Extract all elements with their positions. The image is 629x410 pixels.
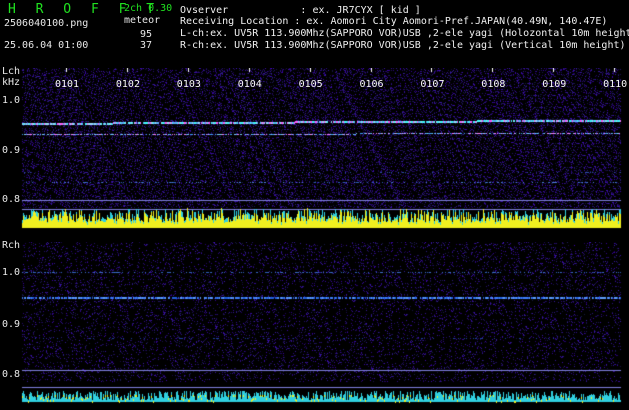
lch-info: L-ch:ex. UV5R 113.900Mhz(SAPPORO VOR)USB… [180, 28, 629, 39]
lch-count: 95 [140, 29, 153, 40]
time-tick-label: 0101 [55, 79, 80, 90]
rch-ytick: 0.9 [2, 319, 21, 330]
time-tick-label: 0105 [298, 79, 323, 90]
time-tick-label: 0109 [542, 79, 567, 90]
time-tick-label: 0103 [176, 79, 201, 90]
rch-ytick: 1.0 [2, 267, 21, 278]
time-tick-label: 0102 [115, 79, 140, 90]
location-info: Receiving Location : ex. Aomori City Aom… [180, 16, 608, 27]
rch-label: Rch [2, 240, 21, 251]
lch-unit: kHz [2, 77, 21, 88]
lch-label: Lch [2, 66, 21, 77]
lch-ytick: 0.8 [2, 194, 21, 205]
time-tick-label: 0110 [603, 79, 628, 90]
time-tick-label: 0108 [481, 79, 506, 90]
filename-label: 2506040100.png [4, 18, 89, 29]
rch-count: 37 [140, 40, 153, 51]
time-tick-label: 0104 [237, 79, 262, 90]
rch-ytick: 0.8 [2, 369, 21, 380]
lch-ytick: 0.9 [2, 145, 21, 156]
time-tick-label: 0107 [420, 79, 445, 90]
datetime-label: 25.06.04 01:00 [4, 40, 89, 51]
rch-info: R-ch:ex. UV5R 113.900Mhz(SAPPORO VOR)USB… [180, 40, 626, 51]
lch-ytick: 1.0 [2, 95, 21, 106]
mode-label: meteor [124, 15, 161, 26]
observer-info: Ovserver : ex. JR7CYX [ kid ] [180, 5, 421, 16]
time-tick-label: 0106 [359, 79, 384, 90]
version-label: 2ch 0.30 [124, 3, 173, 14]
lch-spectrogram[interactable] [0, 68, 629, 230]
rch-spectrogram[interactable] [0, 242, 629, 406]
